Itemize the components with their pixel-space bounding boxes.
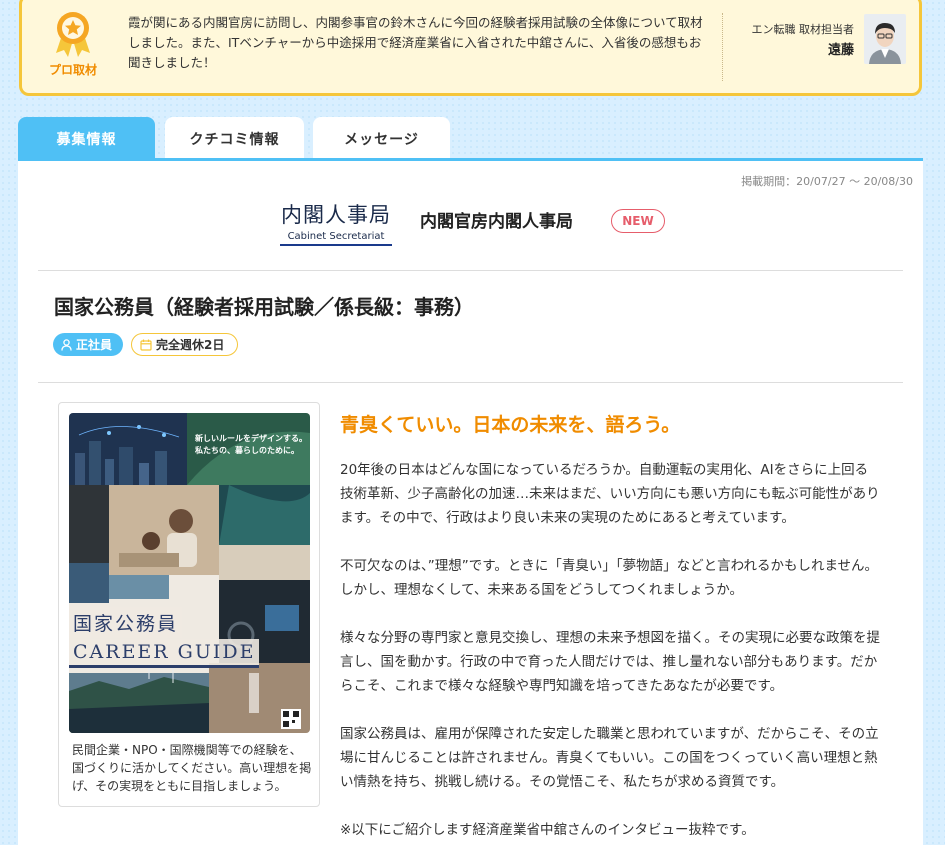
employment-type-label: 正社員: [76, 338, 113, 352]
cover-title: 国家公務員: [69, 607, 183, 638]
logo-text-en: Cabinet Secretariat: [280, 231, 392, 246]
article-paragraph: 20年後の日本はどんな国になっているだろうか。自動運転の実用化、AIをさらに上回…: [340, 462, 880, 526]
catchphrase: 青臭くていい。日本の未来を、語ろう。: [340, 414, 681, 436]
calendar-icon: [140, 339, 152, 351]
person-photo-icon: [864, 14, 906, 64]
holiday-tag: 完全週休2日: [131, 333, 238, 356]
divider: [38, 382, 903, 383]
divider: [722, 13, 723, 81]
pro-badge-label: プロ取材: [48, 63, 97, 77]
author-name: 遠藤: [827, 43, 854, 58]
cover-subtitle: CAREER GUIDE: [69, 639, 260, 668]
author-role: エン転職 取材担当者: [751, 23, 855, 36]
employment-type-tag: 正社員: [53, 333, 123, 356]
medal-icon: [56, 12, 90, 57]
avatar: [864, 14, 906, 64]
divider: [38, 270, 903, 271]
pro-interview-box: プロ取材 霞が関にある内閣官房に訪問し、内閣参事官の鈴木さんに今回の経験者採用試…: [19, 0, 922, 96]
tab-reviews[interactable]: クチコミ情報: [165, 117, 304, 160]
person-icon: [61, 338, 72, 351]
new-badge: NEW: [611, 209, 665, 233]
career-guide-cover-image: 新しいルールをデザインする。 私たちの、暮らしのために。 国家公務員 CAREE…: [69, 413, 310, 733]
logo-text-ja: 内閣人事局: [281, 203, 391, 227]
listing-period: 掲載期間：20/07/27 ～ 20/08/30: [741, 175, 913, 188]
company-name: 内閣官房内閣人事局: [420, 212, 573, 232]
tab-job-info[interactable]: 募集情報: [18, 117, 155, 160]
pro-interview-text: 霞が関にある内閣官房に訪問し、内閣参事官の鈴木さんに今回の経験者採用試験の全体像…: [128, 15, 703, 70]
article-paragraph: 国家公務員は、雇用が保障された安定した職業と思われていますが、だからこそ、その立…: [340, 726, 879, 790]
article-paragraph: 様々な分野の専門家と意見交換し、理想の未来予想図を描く。その実現に必要な政策を提…: [340, 630, 880, 694]
article-note: ※以下にご紹介します経済産業省中舘さんのインタビュー抜粋です。: [340, 822, 755, 838]
tab-bar: 募集情報 クチコミ情報 メッセージ: [18, 117, 923, 160]
holiday-label: 完全週休2日: [156, 338, 225, 352]
job-title: 国家公務員（経験者採用試験／係長級：事務）: [54, 295, 474, 319]
tab-message[interactable]: メッセージ: [313, 117, 450, 160]
pro-badge: プロ取材: [42, 9, 104, 78]
company-logo: 内閣人事局 Cabinet Secretariat: [280, 199, 392, 246]
cover-slogan-line: 新しいルールをデザインする。: [195, 434, 307, 443]
job-panel: 掲載期間：20/07/27 ～ 20/08/30 内閣人事局 Cabinet S…: [18, 158, 923, 845]
cover-slogan: 新しいルールをデザインする。 私たちの、暮らしのために。: [195, 433, 307, 457]
article-paragraph: 不可欠なのは、”理想”です。ときに「青臭い」「夢物語」などと言われるかもしれませ…: [340, 558, 879, 598]
cover-illustration: [69, 413, 310, 733]
cover-slogan-line: 私たちの、暮らしのために。: [195, 446, 299, 455]
career-guide-card: 新しいルールをデザインする。 私たちの、暮らしのために。 国家公務員 CAREE…: [58, 402, 320, 807]
card-caption: 民間企業・NPO・国際機関等での経験を、国づくりに活かしてください。高い理想を掲…: [72, 743, 312, 793]
author-info: エン転職 取材担当者 遠藤: [742, 21, 855, 58]
